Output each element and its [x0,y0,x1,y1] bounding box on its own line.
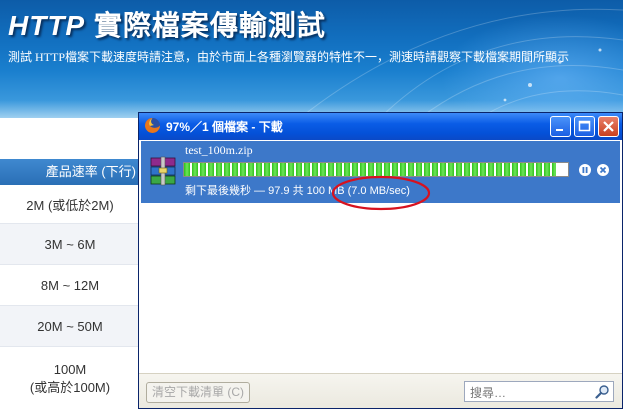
search-icon[interactable] [595,384,610,399]
window-title: 97%／1 個檔案 - 下載 [166,120,283,134]
minimize-button[interactable] [550,116,571,137]
site-title: HTTP 實際檔案傳輸測試 [8,4,326,44]
table-row: 100M (或高於100M) [0,347,140,411]
table-cell: 100M [53,362,87,377]
close-icon [603,121,614,132]
close-button[interactable] [598,116,619,137]
minimize-icon [556,129,563,131]
firefox-icon [145,118,160,133]
site-description: 測試 HTTP檔案下載速度時請注意，由於市面上各種瀏覽器的特性不一，測速時請觀察… [8,50,570,64]
table-cell: 2M (或低於2M) [26,197,114,213]
maximize-button[interactable] [574,116,595,137]
downloads-window: 97%／1 個檔案 - 下載 test_100m.zip 剩下最後幾秒 — 97… [138,112,623,409]
table-row: 20M ~ 50M [0,306,140,347]
speed-table-header: 產品速率 (下行) [0,159,140,185]
search-input[interactable] [468,383,592,402]
table-row: 2M (或低於2M) [0,185,140,224]
site-banner: HTTP 實際檔案傳輸測試 測試 HTTP檔案下載速度時請注意，由於市面上各種瀏… [0,0,623,118]
table-cell: 3M ~ 6M [44,236,96,252]
speed-table: 產品速率 (下行) 2M (或低於2M) 3M ~ 6M 8M ~ 12M 20… [0,159,140,411]
pause-icon [582,167,588,173]
pause-button[interactable] [579,164,591,176]
table-row: 3M ~ 6M [0,224,140,265]
download-filename: test_100m.zip [185,143,253,157]
maximize-icon [578,120,591,132]
window-titlebar[interactable]: 97%／1 個檔案 - 下載 [139,113,622,140]
downloads-footer: 清空下載清單 (C) [139,373,622,408]
clear-list-button[interactable]: 清空下載清單 (C) [146,382,250,403]
speed-annotation-circle [331,175,431,211]
table-cell: 20M ~ 50M [37,318,103,334]
cancel-download-button[interactable] [597,164,609,176]
cancel-icon [599,166,607,174]
site-title-zh: 實際檔案傳輸測試 [93,10,326,41]
winrar-archive-icon [150,156,176,186]
table-cell: (或高於100M) [29,380,111,395]
table-row: 8M ~ 12M [0,265,140,306]
site-title-en: HTTP [8,10,86,41]
table-cell: 8M ~ 12M [40,277,100,293]
search-box[interactable] [464,381,614,402]
